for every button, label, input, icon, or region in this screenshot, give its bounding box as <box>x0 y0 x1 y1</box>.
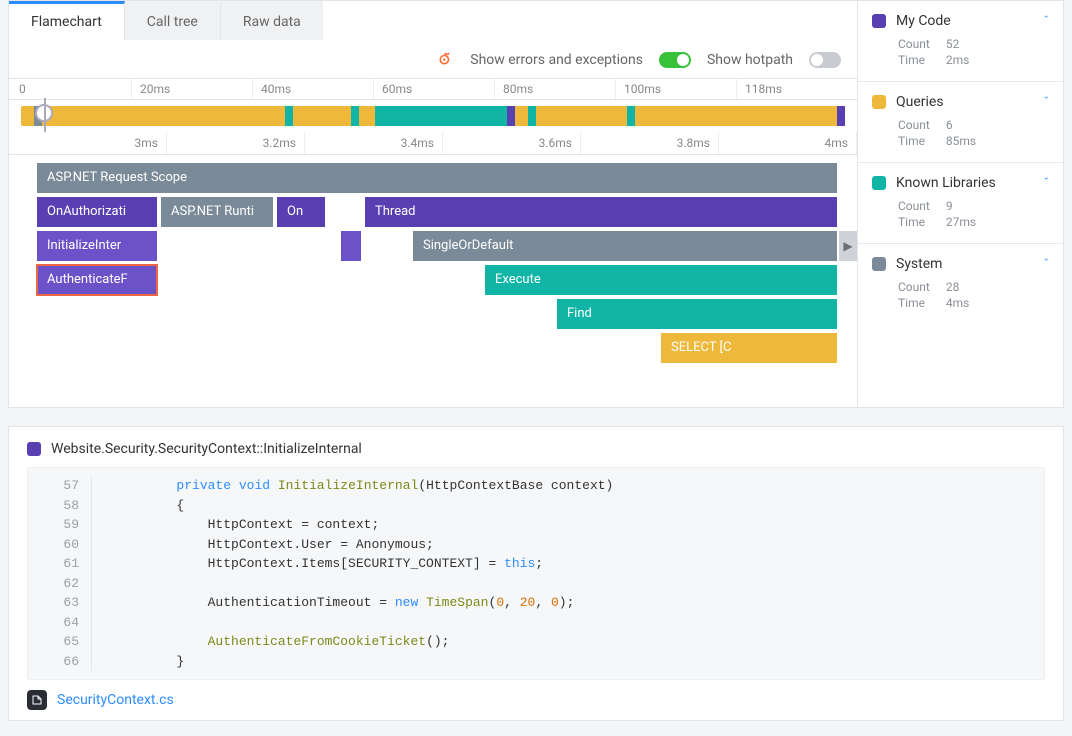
overview-viewport-handle[interactable] <box>35 104 53 122</box>
flame-span[interactable]: ASP.NET Runti <box>161 197 273 227</box>
toggle-errors[interactable] <box>659 52 691 68</box>
tab-calltree[interactable]: Call tree <box>125 1 221 40</box>
legend-title: Queries <box>896 94 1034 110</box>
code-block: 57 private void InitializeInternal(HttpC… <box>27 467 1045 680</box>
code-frame-title: Website.Security.SecurityContext::Initia… <box>51 441 362 457</box>
flame-span[interactable]: Find <box>557 299 837 329</box>
file-icon <box>27 690 47 710</box>
ruler-tick: 3.2ms <box>167 132 305 154</box>
overview-ruler: 0 20ms 40ms 60ms 80ms 100ms 118ms <box>9 78 857 100</box>
legend-system[interactable]: System ˇ Count28 Time4ms <box>858 244 1063 324</box>
ruler-tick: 118ms <box>736 79 857 99</box>
ruler-tick: 20ms <box>131 79 252 99</box>
swatch-icon <box>872 176 886 190</box>
flame-span-selected[interactable]: AuthenticateF <box>37 265 157 295</box>
scroll-right-icon[interactable]: ▶ <box>839 231 857 261</box>
legend-title: System <box>896 256 1034 272</box>
legend-known[interactable]: Known Libraries ˇ Count9 Time27ms <box>858 163 1063 244</box>
chevron-down-icon: ˇ <box>1044 14 1049 28</box>
flame-rows: ASP.NET Request Scope OnAuthorizati ASP.… <box>9 155 857 407</box>
ruler-tick: 60ms <box>373 79 494 99</box>
swatch-icon <box>872 95 886 109</box>
errors-label: Show errors and exceptions <box>470 52 643 68</box>
chevron-down-icon: ˇ <box>1044 176 1049 190</box>
legend-title: My Code <box>896 13 1034 29</box>
ruler-tick: 3.4ms <box>305 132 443 154</box>
ruler-tick: 3ms <box>29 132 167 154</box>
profiler-panel: Flamechart Call tree Raw data ⊙̃ Show er… <box>8 0 1064 408</box>
bug-icon: ⊙̃ <box>439 52 451 68</box>
tab-flamechart[interactable]: Flamechart <box>9 1 125 40</box>
ruler-tick: 100ms <box>615 79 736 99</box>
hotpath-label: Show hotpath <box>707 52 793 68</box>
swatch-icon <box>27 442 41 456</box>
code-panel: Website.Security.SecurityContext::Initia… <box>8 426 1064 721</box>
swatch-icon <box>872 14 886 28</box>
flame-span[interactable]: On <box>277 197 325 227</box>
flame-span[interactable]: InitializeInter <box>37 231 157 261</box>
view-tabs: Flamechart Call tree Raw data <box>9 1 857 40</box>
ruler-tick: 3.8ms <box>581 132 719 154</box>
flame-span[interactable]: Execute <box>485 265 837 295</box>
flame-span-scope[interactable]: ASP.NET Request Scope <box>37 163 837 193</box>
ruler-tick: 4ms <box>719 132 857 154</box>
detail-ruler: 3ms 3.2ms 3.4ms 3.6ms 3.8ms 4ms <box>9 132 857 155</box>
overview-track[interactable] <box>21 106 845 126</box>
tab-rawdata[interactable]: Raw data <box>221 1 323 40</box>
flame-span[interactable]: OnAuthorizati <box>37 197 157 227</box>
legend-queries[interactable]: Queries ˇ Count6 Time85ms <box>858 82 1063 163</box>
flame-area: Flamechart Call tree Raw data ⊙̃ Show er… <box>9 1 858 407</box>
ruler-tick: 80ms <box>494 79 615 99</box>
category-legend: My Code ˇ Count52 Time2ms Queries ˇ Coun… <box>858 1 1063 407</box>
flame-span[interactable]: SingleOrDefault <box>413 231 837 261</box>
flame-span[interactable] <box>341 231 361 261</box>
ruler-tick: 40ms <box>252 79 373 99</box>
swatch-icon <box>872 257 886 271</box>
legend-mycode[interactable]: My Code ˇ Count52 Time2ms <box>858 1 1063 82</box>
chevron-down-icon: ˇ <box>1044 95 1049 109</box>
flame-options: ⊙̃ Show errors and exceptions Show hotpa… <box>9 40 857 78</box>
ruler-tick: 3.6ms <box>443 132 581 154</box>
flame-span[interactable]: SELECT [C <box>661 333 837 363</box>
chevron-down-icon: ˇ <box>1044 257 1049 271</box>
flame-span[interactable]: Thread <box>365 197 837 227</box>
toggle-hotpath[interactable] <box>809 52 841 68</box>
source-file-link[interactable]: SecurityContext.cs <box>57 692 174 708</box>
legend-title: Known Libraries <box>896 175 1034 191</box>
ruler-tick: 0 <box>9 79 131 99</box>
